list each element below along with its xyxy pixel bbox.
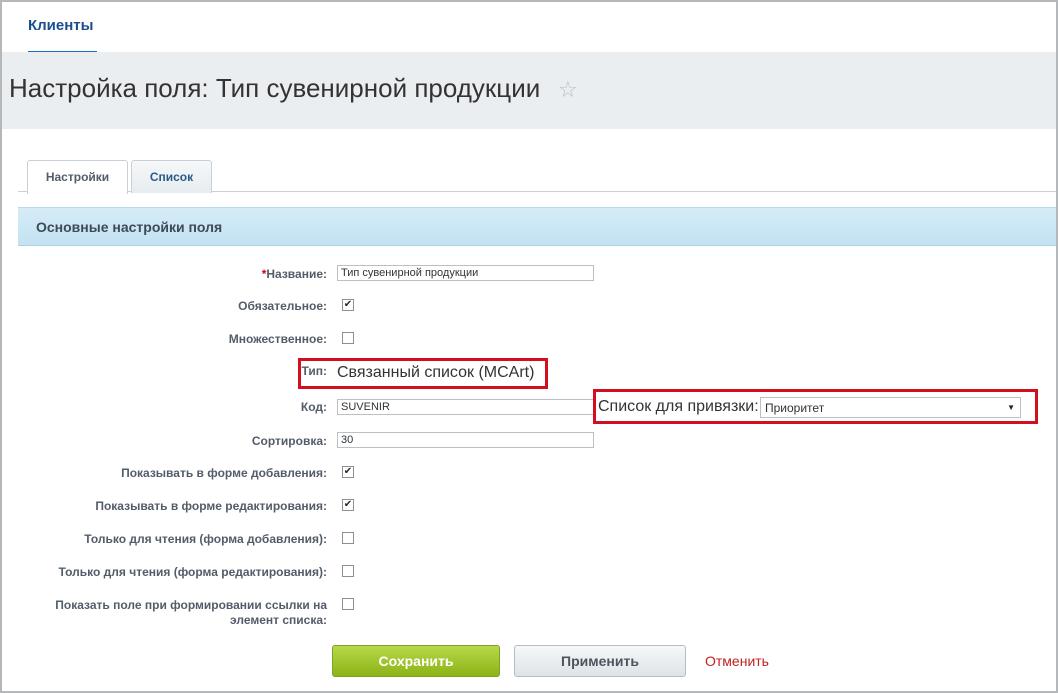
readonly-edit-label: Только для чтения (форма редактирования)… — [58, 565, 327, 579]
show-add-checkbox[interactable] — [342, 466, 354, 478]
section-header: Основные настройки поля — [18, 207, 1056, 246]
page-title-bar: Настройка поля: Тип сувенирной продукции… — [2, 52, 1056, 129]
show-edit-checkbox[interactable] — [342, 499, 354, 511]
cancel-link[interactable]: Отменить — [705, 653, 769, 669]
tab-settings[interactable]: Настройки — [27, 160, 128, 194]
chevron-down-icon: ▼ — [1007, 403, 1015, 412]
mandatory-label: Обязательное: — [238, 299, 327, 313]
show-edit-label: Показывать в форме редактирования: — [95, 499, 327, 513]
show-link-checkbox[interactable] — [342, 598, 354, 610]
apply-button[interactable]: Применить — [514, 645, 686, 677]
name-input[interactable] — [337, 265, 594, 281]
sort-label: Сортировка: — [251, 434, 327, 448]
name-label-text: Название: — [266, 267, 327, 281]
code-label: Код: — [300, 400, 327, 414]
star-icon[interactable]: ☆ — [558, 77, 578, 103]
multiple-label: Множественное: — [228, 332, 327, 346]
type-value: Связанный список (MCArt) — [337, 364, 535, 381]
show-link-label-line1: Показать поле при формировании ссылки на — [55, 598, 327, 612]
multiple-checkbox[interactable] — [342, 332, 354, 344]
sort-input[interactable] — [337, 432, 594, 448]
show-add-label: Показывать в форме добавления: — [121, 466, 327, 480]
save-button[interactable]: Сохранить — [332, 645, 500, 677]
page-title: Настройка поля: Тип сувенирной продукции — [9, 73, 541, 103]
show-link-label-line2: элемент списка: — [230, 613, 327, 627]
name-label: *Название: — [262, 267, 327, 281]
nav-link-clients[interactable]: Клиенты — [28, 17, 93, 34]
binding-select-value: Приоритет — [765, 401, 825, 415]
type-label: Тип: — [301, 364, 328, 378]
show-link-label: Показать поле при формировании ссылки на… — [55, 598, 327, 628]
readonly-edit-checkbox[interactable] — [342, 565, 354, 577]
mandatory-checkbox[interactable] — [342, 299, 354, 311]
binding-label: Список для привязки: — [598, 398, 759, 415]
code-input[interactable] — [337, 399, 594, 415]
binding-select[interactable]: Приоритет ▼ — [760, 397, 1021, 418]
readonly-add-label: Только для чтения (форма добавления): — [84, 532, 327, 546]
tab-list[interactable]: Список — [131, 160, 212, 193]
readonly-add-checkbox[interactable] — [342, 532, 354, 544]
section-title: Основные настройки поля — [36, 219, 223, 235]
top-navigation: Клиенты — [2, 2, 1056, 53]
